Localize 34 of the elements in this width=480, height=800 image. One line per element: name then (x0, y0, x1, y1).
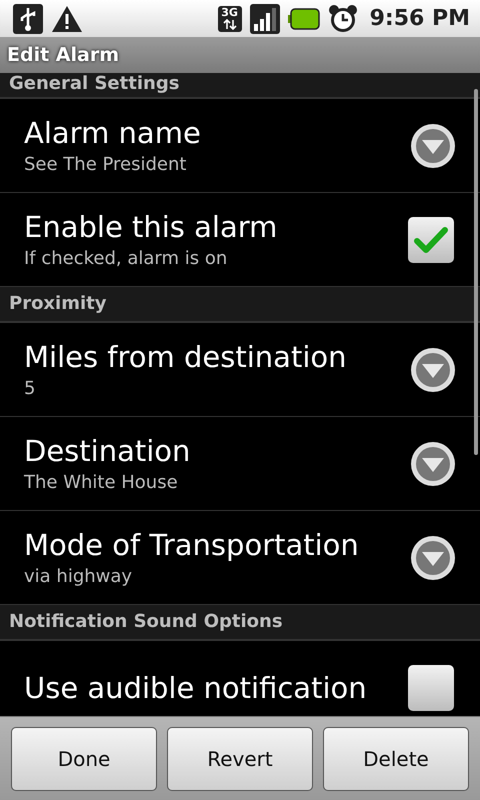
signal-icon (250, 4, 280, 34)
preference-row[interactable]: Destination The White House (0, 417, 480, 511)
action-button[interactable]: Done (11, 727, 157, 791)
checkbox[interactable] (408, 664, 454, 710)
section-title: General Settings (9, 73, 180, 95)
battery-icon (288, 8, 320, 30)
preference-summary: 5 (24, 378, 36, 399)
dropdown-icon[interactable] (410, 440, 456, 486)
preference-summary: See The President (24, 154, 188, 175)
usb-icon (13, 4, 43, 34)
section-title: Proximity (9, 293, 106, 315)
preference-title: Use audible notification (24, 670, 368, 704)
preference-title: Destination (24, 434, 192, 468)
preference-summary: The White House (24, 472, 179, 493)
alarm-clock-icon (328, 4, 358, 34)
preference-summary: via highway (24, 566, 134, 587)
status-time: 9:56 PM (370, 6, 470, 31)
section-title: Notification Sound Options (9, 611, 283, 633)
dropdown-icon[interactable] (410, 534, 456, 580)
data-arrows-icon (222, 18, 237, 30)
preference-title: Miles from destination (24, 340, 348, 374)
warning-icon (51, 4, 83, 32)
preference-summary: If checked, alarm is on (24, 248, 228, 269)
preference-title: Mode of Transportation (24, 528, 360, 562)
checkmark-icon (414, 226, 448, 254)
dropdown-icon[interactable] (410, 346, 456, 392)
preference-title: Enable this alarm (24, 210, 278, 244)
preference-title: Alarm name (24, 116, 202, 150)
screen-title: Edit Alarm (7, 44, 119, 66)
action-button[interactable]: Revert (167, 727, 313, 791)
action-button[interactable]: Delete (323, 727, 469, 791)
network-type-icon: 3G (218, 6, 242, 32)
dropdown-icon[interactable] (410, 122, 456, 168)
checkbox[interactable] (408, 216, 454, 262)
